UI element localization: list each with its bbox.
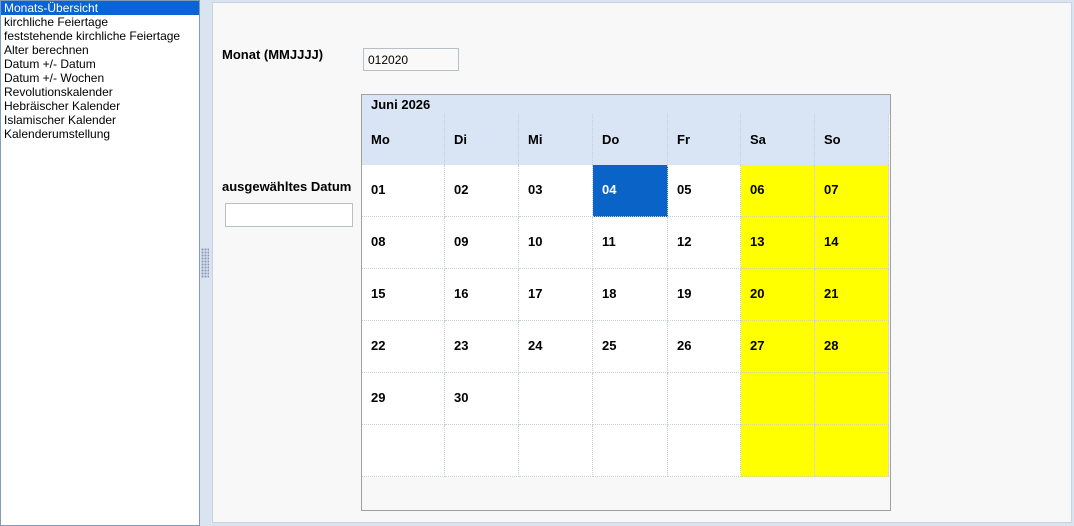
day-cell[interactable]: 12 [668,217,741,269]
empty-day-cell [815,373,889,425]
nav-item[interactable]: Monats-Übersicht [1,1,199,15]
day-cell[interactable]: 05 [668,165,741,217]
day-cell[interactable]: 07 [815,165,889,217]
empty-day-cell [815,425,889,477]
day-cell[interactable]: 11 [593,217,668,269]
day-cell[interactable]: 22 [362,321,445,373]
empty-day-cell [741,373,815,425]
day-cell[interactable]: 23 [445,321,519,373]
day-cell[interactable]: 20 [741,269,815,321]
day-cell[interactable]: 14 [815,217,889,269]
main-panel: Monat (MMJJJJ) ausgewähltes Datum Juni 2… [212,2,1072,523]
calendar-grid: Mo Di Mi Do Fr Sa So 01 02 03 04 05 06 07 08 09 10 11 12 13… [362,114,889,477]
day-cell[interactable]: 29 [362,373,445,425]
nav-item[interactable]: Hebräischer Kalender [1,99,199,113]
empty-day-cell [593,425,668,477]
day-cell[interactable]: 04 [593,165,668,217]
day-cell[interactable]: 06 [741,165,815,217]
empty-day-cell [445,425,519,477]
nav-item[interactable]: Kalenderumstellung [1,127,199,141]
day-cell[interactable]: 13 [741,217,815,269]
weekday-header: Di [445,114,519,165]
calendar-month-title: Juni 2026 [362,95,890,114]
day-cell[interactable]: 21 [815,269,889,321]
day-cell[interactable]: 27 [741,321,815,373]
day-cell[interactable]: 08 [362,217,445,269]
day-cell[interactable]: 01 [362,165,445,217]
day-cell[interactable]: 16 [445,269,519,321]
selected-date-input[interactable] [225,203,353,227]
empty-day-cell [593,373,668,425]
month-input[interactable] [363,48,459,71]
empty-day-cell [519,373,593,425]
day-cell[interactable]: 19 [668,269,741,321]
day-cell[interactable]: 10 [519,217,593,269]
empty-day-cell [668,373,741,425]
panel-splitter[interactable] [200,0,210,526]
nav-item[interactable]: Datum +/- Datum [1,57,199,71]
day-cell[interactable]: 17 [519,269,593,321]
navigation-list: Monats-Übersicht kirchliche Feiertage fest… [0,0,200,526]
empty-day-cell [519,425,593,477]
nav-item[interactable]: Alter berechnen [1,43,199,57]
weekday-header: Mo [362,114,445,165]
splitter-grip-handle[interactable] [201,248,209,278]
nav-item[interactable]: feststehende kirchliche Feiertage [1,29,199,43]
day-cell[interactable]: 24 [519,321,593,373]
day-cell[interactable]: 15 [362,269,445,321]
weekday-header: Mi [519,114,593,165]
empty-day-cell [741,425,815,477]
day-cell[interactable]: 18 [593,269,668,321]
selected-date-label: ausgewähltes Datum [222,179,352,194]
weekday-header: Sa [741,114,815,165]
empty-day-cell [362,425,445,477]
empty-day-cell [668,425,741,477]
day-cell[interactable]: 02 [445,165,519,217]
nav-item[interactable]: kirchliche Feiertage [1,15,199,29]
month-label: Monat (MMJJJJ) [222,47,324,62]
weekday-header: Fr [668,114,741,165]
month-calendar: Juni 2026 Mo Di Mi Do Fr Sa So 01 02 03 04 05 06 07 08… [361,94,891,511]
day-cell[interactable]: 26 [668,321,741,373]
nav-item[interactable]: Datum +/- Wochen [1,71,199,85]
day-cell[interactable]: 09 [445,217,519,269]
day-cell[interactable]: 28 [815,321,889,373]
weekday-header: Do [593,114,668,165]
weekday-header: So [815,114,889,165]
day-cell[interactable]: 30 [445,373,519,425]
nav-item[interactable]: Islamischer Kalender [1,113,199,127]
nav-item[interactable]: Revolutionskalender [1,85,199,99]
day-cell[interactable]: 25 [593,321,668,373]
day-cell[interactable]: 03 [519,165,593,217]
